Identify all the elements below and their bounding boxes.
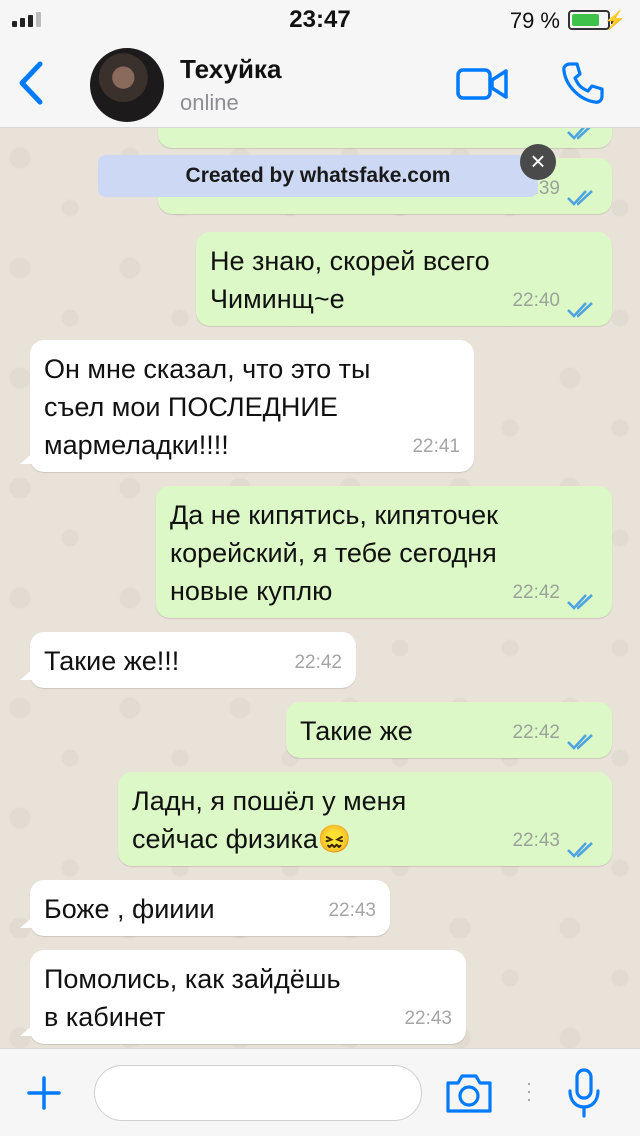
message-time: 22:43 — [404, 1008, 452, 1029]
read-receipt-icon — [567, 594, 593, 610]
contact-name[interactable]: Техуйка — [180, 54, 281, 85]
back-chevron-icon[interactable] — [16, 60, 46, 106]
phone-icon[interactable] — [560, 60, 606, 106]
message-text: Он мне сказал, что это ты съел мои ПОСЛЕ… — [44, 354, 371, 460]
message-time: 22:39 — [512, 128, 560, 142]
message-bubble-incoming[interactable]: Такие же!!! 22:42 — [20, 632, 356, 688]
message-bubble-outgoing[interactable]: Да не кипятись, кипяточек корейский, я т… — [156, 486, 612, 618]
contact-avatar[interactable] — [90, 48, 164, 122]
close-icon[interactable]: × — [520, 144, 556, 180]
video-camera-icon[interactable] — [456, 66, 508, 102]
message-input[interactable] — [94, 1065, 422, 1121]
chat-area[interactable]: 22:39 22:39 Не знаю, скорей всего Чиминщ… — [0, 128, 640, 1048]
camera-icon[interactable] — [444, 1071, 494, 1115]
message-time: 22:41 — [412, 436, 460, 457]
separator-dots: · · · — [526, 1073, 532, 1109]
contact-status: online — [180, 90, 239, 115]
plus-icon[interactable] — [26, 1075, 62, 1111]
message-text: Помолись, как зайдёшь в кабинет — [44, 964, 341, 1032]
message-bubble-incoming[interactable]: Помолись, как зайдёшь в кабинет 22:43 — [20, 950, 466, 1044]
read-receipt-icon — [567, 128, 591, 140]
message-time: 22:42 — [512, 722, 560, 743]
battery-percent: 79 % — [509, 8, 560, 33]
message-bubble-outgoing[interactable]: Такие же 22:42 — [286, 702, 612, 758]
message-input-bar: · · · — [0, 1048, 640, 1136]
watermark-banner: Created by whatsfake.com — [98, 155, 538, 197]
chat-header: Техуйка online — [0, 40, 640, 128]
message-time: 22:40 — [512, 290, 560, 311]
message-time: 22:42 — [294, 652, 342, 673]
message-time: 22:43 — [328, 900, 376, 921]
status-bar: 23:47 79 % ⚡ — [0, 0, 640, 40]
message-bubble-outgoing[interactable]: Ладн, я пошёл у меня сейчас физика😖 22:4… — [118, 772, 612, 866]
read-receipt-icon — [567, 190, 593, 206]
message-time: 22:43 — [512, 830, 560, 851]
message-time: 22:42 — [512, 582, 560, 603]
read-receipt-icon — [567, 842, 593, 858]
message-bubble-incoming[interactable]: Он мне сказал, что это ты съел мои ПОСЛЕ… — [20, 340, 474, 472]
message-bubble-incoming[interactable]: Боже , фииии 22:43 — [20, 880, 390, 936]
charging-icon: ⚡ — [603, 10, 626, 30]
read-receipt-icon — [567, 302, 593, 318]
microphone-icon[interactable] — [566, 1067, 602, 1119]
read-receipt-icon — [567, 734, 593, 750]
message-text: Боже , фииии — [44, 894, 215, 924]
message-bubble-outgoing[interactable]: Не знаю, скорей всего Чиминщ~е 22:40 — [196, 232, 612, 326]
